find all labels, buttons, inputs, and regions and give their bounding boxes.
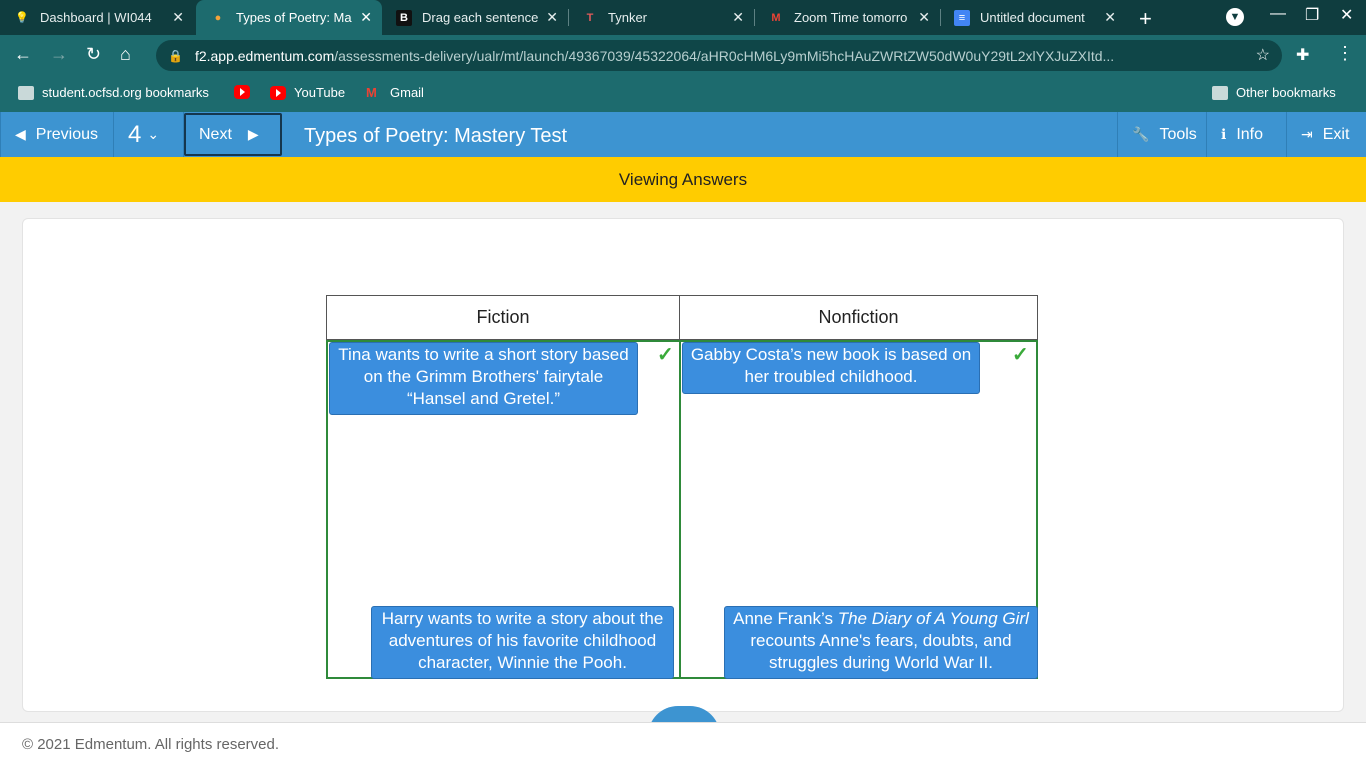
copyright-text: © 2021 Edmentum. All rights reserved. xyxy=(22,736,280,753)
browser-toolbar: ← → ↻ ⌂ 🔒 f2.app.edmentum.com/assessment… xyxy=(0,35,1366,77)
folder-icon xyxy=(18,85,34,100)
youtube-icon xyxy=(270,85,286,100)
close-icon[interactable]: ✕ xyxy=(546,9,558,26)
exit-button[interactable]: ⇥ Exit xyxy=(1287,112,1366,157)
minimize-icon[interactable]: — xyxy=(1270,5,1286,23)
close-icon[interactable]: ✕ xyxy=(172,9,184,26)
correct-checkmark-icon: ✓ xyxy=(1012,344,1029,366)
tab-title: Dashboard | WI044 xyxy=(40,10,152,25)
reload-icon[interactable]: ↻ xyxy=(86,44,101,65)
edmentum-icon: ● xyxy=(214,11,222,24)
question-number: 4 xyxy=(128,120,142,148)
correct-checkmark-icon: ✓ xyxy=(657,344,674,366)
tile-text: recounts Anne's fears, doubts, and strug… xyxy=(750,631,1012,672)
youtube-icon xyxy=(234,85,250,99)
tab-title: Drag each sentence xyxy=(422,10,539,25)
info-icon: ℹ xyxy=(1221,126,1227,142)
arrow-right-circle-icon: ▶ xyxy=(247,126,259,142)
sign-out-icon: ⇥ xyxy=(1301,126,1313,142)
menu-dots-icon[interactable]: ⋮ xyxy=(1336,43,1354,64)
book-title: The Diary of A Young Girl xyxy=(837,609,1029,628)
tab-dashboard[interactable]: 💡 Dashboard | WI044 ✕ xyxy=(0,0,194,35)
tab-types-of-poetry[interactable]: ● Types of Poetry: Ma ✕ xyxy=(196,0,382,35)
gmail-icon: M xyxy=(366,84,377,100)
back-arrow-icon[interactable]: ← xyxy=(14,44,32,65)
nonfiction-column-header: Nonfiction xyxy=(679,295,1038,340)
lock-icon: 🔒 xyxy=(168,48,183,63)
viewing-answers-banner: Viewing Answers xyxy=(0,157,1366,202)
bookmark-youtube[interactable]: YouTube xyxy=(270,85,345,100)
bookmark-star-icon[interactable]: ☆ xyxy=(1256,45,1270,65)
address-bar[interactable]: 🔒 f2.app.edmentum.com/assessments-delive… xyxy=(156,40,1282,71)
question-number-dropdown[interactable]: 4 ⌄ xyxy=(114,112,184,157)
bookmarks-bar: student.ocfsd.org bookmarks YouTube M Gm… xyxy=(0,77,1366,112)
assessment-header: ◀ Previous 4 ⌄ Next ▶ Types of Poetry: M… xyxy=(0,112,1366,157)
bulb-icon: 💡 xyxy=(15,12,29,24)
chevron-down-icon: ⌄ xyxy=(147,126,160,142)
tile-text: Anne Frank’s xyxy=(733,609,838,628)
tab-title: Untitled document xyxy=(980,10,1085,25)
window-close-icon[interactable]: ✕ xyxy=(1340,5,1353,25)
wrench-icon: 🔧 xyxy=(1132,126,1150,142)
arrow-left-circle-icon: ◀ xyxy=(15,126,26,142)
fiction-column-header: Fiction xyxy=(326,295,680,340)
browser-tab-strip: 💡 Dashboard | WI044 ✕ ● Types of Poetry:… xyxy=(0,0,1366,35)
tynker-icon: T xyxy=(586,11,594,24)
tab-title: Zoom Time tomorro xyxy=(794,10,908,25)
tab-search-icon[interactable]: ▼ xyxy=(1226,7,1244,26)
url-text: f2.app.edmentum.com/assessments-delivery… xyxy=(194,47,1115,64)
next-label: Next xyxy=(199,125,232,143)
bookmark-student-ocfsd[interactable]: student.ocfsd.org bookmarks xyxy=(18,85,209,100)
info-label: Info xyxy=(1236,125,1264,143)
close-icon[interactable]: ✕ xyxy=(918,9,930,26)
assessment-title: Types of Poetry: Mastery Test xyxy=(304,125,568,147)
bookmark-youtube-icon-only[interactable] xyxy=(234,85,258,99)
close-icon[interactable]: ✕ xyxy=(360,9,372,26)
nonfiction-answer-tile[interactable]: Gabby Costa’s new book is based on her t… xyxy=(682,342,980,394)
bookmark-label: Gmail xyxy=(390,85,424,100)
tab-drag-each-sentence[interactable]: B Drag each sentence ✕ xyxy=(382,0,568,35)
info-button[interactable]: ℹ Info xyxy=(1207,112,1287,157)
nonfiction-answer-tile[interactable]: Anne Frank’s The Diary of A Young Girl r… xyxy=(724,606,1038,679)
previous-label: Previous xyxy=(35,125,99,143)
home-icon[interactable]: ⌂ xyxy=(120,44,131,65)
close-icon[interactable]: ✕ xyxy=(732,9,744,26)
tools-label: Tools xyxy=(1159,125,1197,143)
extensions-puzzle-icon[interactable]: ✚ xyxy=(1296,45,1309,65)
bookmark-label: student.ocfsd.org bookmarks xyxy=(42,85,209,100)
forward-arrow-icon[interactable]: → xyxy=(50,44,68,65)
docs-icon: ≡ xyxy=(954,9,970,26)
restore-icon[interactable]: ❐ xyxy=(1305,5,1319,25)
bookmark-label: YouTube xyxy=(294,85,346,100)
tab-untitled-document[interactable]: ≡ Untitled document ✕ xyxy=(940,0,1126,35)
close-icon[interactable]: ✕ xyxy=(1104,9,1116,26)
next-button[interactable]: Next ▶ xyxy=(184,113,282,156)
tab-title: Types of Poetry: Ma xyxy=(236,10,352,25)
other-bookmarks[interactable]: Other bookmarks xyxy=(1212,85,1336,100)
folder-icon xyxy=(1212,85,1228,100)
exit-label: Exit xyxy=(1322,125,1350,143)
new-tab-plus-icon[interactable]: + xyxy=(1139,6,1152,32)
drag-drop-table: Fiction Nonfiction Tina wants to write a… xyxy=(326,295,1038,679)
tools-button[interactable]: 🔧 Tools xyxy=(1117,112,1207,157)
brainly-icon: B xyxy=(396,9,412,26)
other-bookmarks-label: Other bookmarks xyxy=(1236,85,1336,100)
fiction-answer-tile[interactable]: Harry wants to write a story about the a… xyxy=(371,606,674,679)
tab-zoom-time[interactable]: M Zoom Time tomorro ✕ xyxy=(754,0,940,35)
previous-button[interactable]: ◀ Previous xyxy=(0,112,114,157)
gmail-icon: M xyxy=(771,11,781,24)
bookmark-gmail[interactable]: M Gmail xyxy=(366,85,424,100)
tab-title: Tynker xyxy=(608,10,648,25)
fiction-answer-tile[interactable]: Tina wants to write a short story based … xyxy=(329,342,638,415)
footer: © 2021 Edmentum. All rights reserved. xyxy=(0,722,1366,768)
tab-tynker[interactable]: T Tynker ✕ xyxy=(568,0,754,35)
